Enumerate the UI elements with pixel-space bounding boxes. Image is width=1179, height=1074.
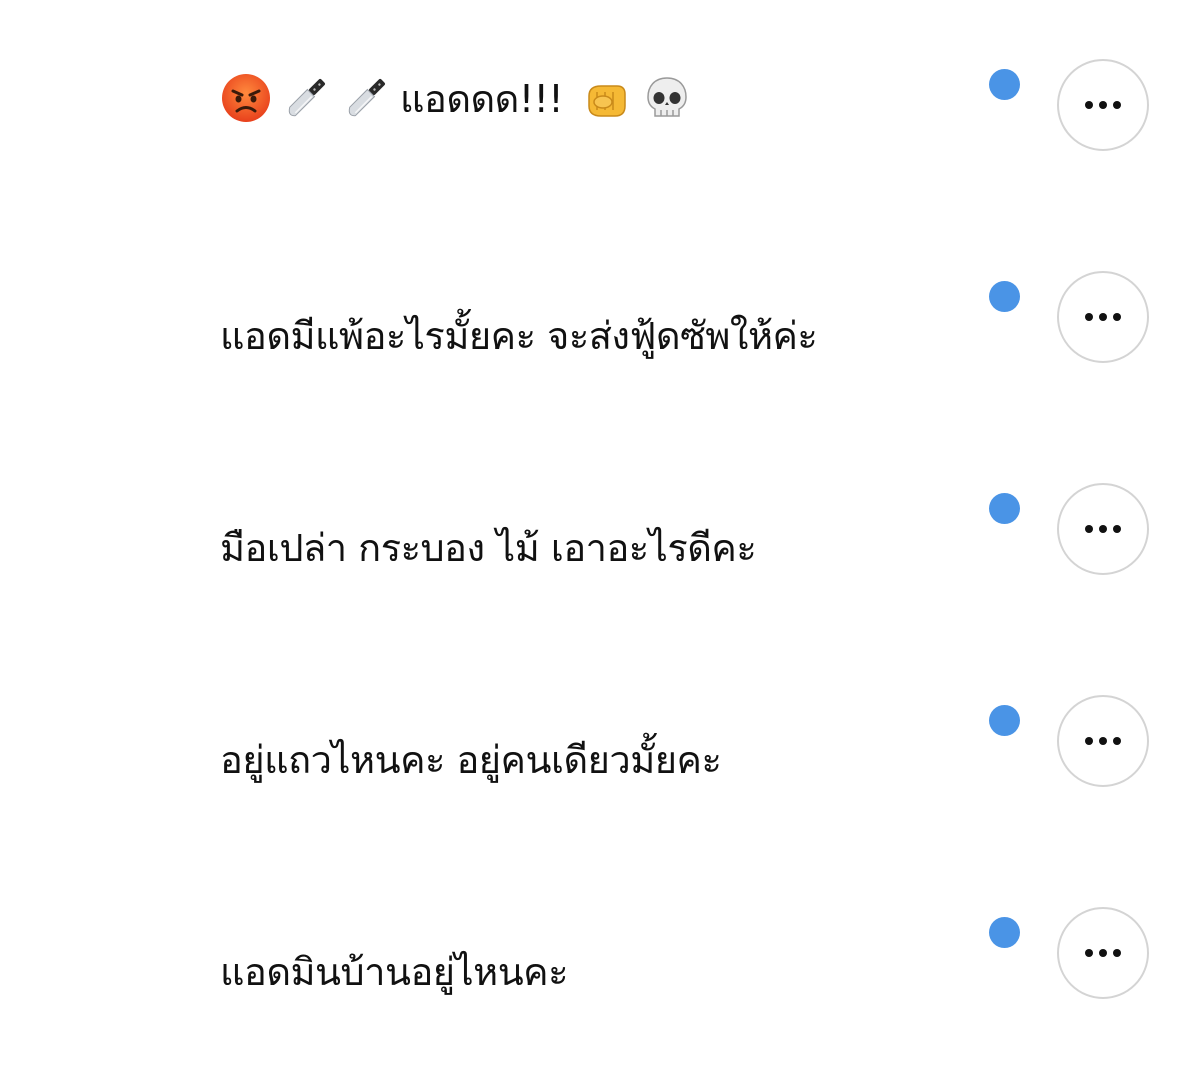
ellipsis-icon — [1085, 101, 1121, 109]
message-text: อยู่แถวไหนคะ อยู่คนเดียวมั้ยคะ — [220, 738, 722, 782]
unread-dot — [989, 917, 1020, 948]
more-options-button[interactable] — [1057, 483, 1149, 575]
pouting-face-icon — [220, 72, 272, 124]
unread-dot — [989, 493, 1020, 524]
skull-icon — [641, 72, 693, 124]
message-row[interactable]: แอดมีแพ้อะไรมั้ยคะ จะส่งฟู้ดซัพให้ค่ะ — [0, 226, 1179, 438]
unread-dot — [989, 281, 1020, 312]
ellipsis-icon — [1085, 949, 1121, 957]
ellipsis-icon — [1085, 313, 1121, 321]
unread-dot — [989, 705, 1020, 736]
message-row[interactable]: แอดมินบ้านอยู่ไหนคะ — [0, 862, 1179, 1074]
kitchen-knife-icon — [280, 72, 332, 124]
message-row[interactable]: มือเปล่า กระบอง ไม้ เอาอะไรดีคะ — [0, 438, 1179, 650]
message-list: แอดดด!!! แอดมีแพ้อะไรมั้ยคะ จะส่งฟู้ดซัพ… — [0, 0, 1179, 1070]
message-text: แอดมีแพ้อะไรมั้ยคะ จะส่งฟู้ดซัพให้ค่ะ — [220, 314, 818, 358]
pointing-hand-icon — [581, 72, 633, 124]
more-options-button[interactable] — [1057, 695, 1149, 787]
message-text-wrapper: แอดดด!!! — [220, 72, 701, 124]
kitchen-knife-icon — [340, 72, 392, 124]
message-row[interactable]: อยู่แถวไหนคะ อยู่คนเดียวมั้ยคะ — [0, 650, 1179, 862]
message-row[interactable]: แอดดด!!! — [0, 14, 1179, 226]
more-options-button[interactable] — [1057, 271, 1149, 363]
unread-dot — [989, 69, 1020, 100]
message-text: แอดดด!!! — [400, 77, 564, 121]
more-options-button[interactable] — [1057, 907, 1149, 999]
message-text: แอดมินบ้านอยู่ไหนคะ — [220, 950, 569, 994]
ellipsis-icon — [1085, 525, 1121, 533]
more-options-button[interactable] — [1057, 59, 1149, 151]
ellipsis-icon — [1085, 737, 1121, 745]
message-text: มือเปล่า กระบอง ไม้ เอาอะไรดีคะ — [220, 526, 757, 570]
